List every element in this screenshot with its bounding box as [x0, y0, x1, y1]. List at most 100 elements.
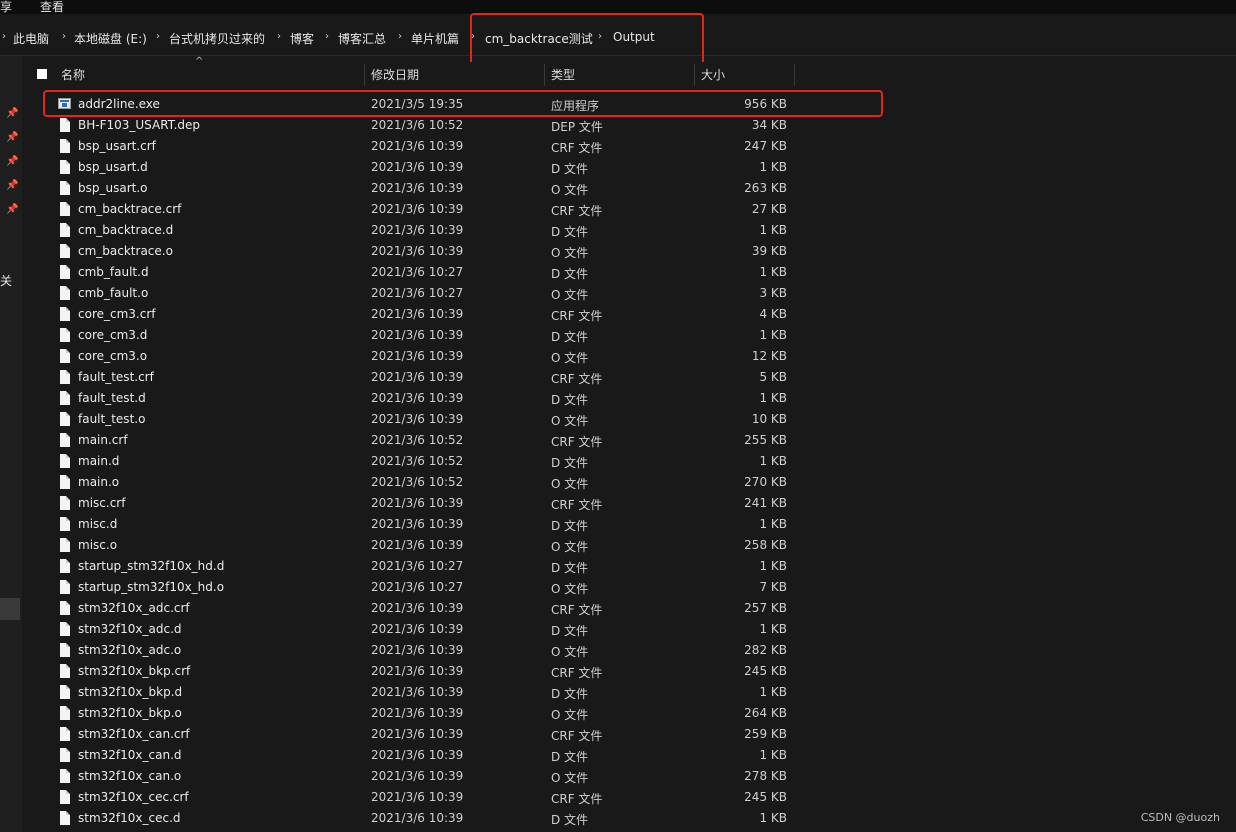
file-row[interactable]: core_cm3.crf 2021/3/6 10:39 CRF 文件 4 KB	[22, 304, 1236, 325]
file-date: 2021/3/6 10:39	[371, 391, 464, 405]
column-date[interactable]: 修改日期	[371, 62, 419, 88]
file-row[interactable]: stm32f10x_cec.d 2021/3/6 10:39 D 文件 1 KB	[22, 808, 1236, 829]
column-type[interactable]: 类型	[551, 62, 575, 88]
file-type: CRF 文件	[551, 729, 603, 743]
file-name: cmb_fault.o	[78, 286, 149, 300]
file-row[interactable]: stm32f10x_adc.o 2021/3/6 10:39 O 文件 282 KB	[22, 640, 1236, 661]
pin-icon[interactable]: 📌	[6, 132, 18, 143]
file-row[interactable]: fault_test.o 2021/3/6 10:39 O 文件 10 KB	[22, 409, 1236, 430]
file-type: CRF 文件	[551, 204, 603, 218]
file-type: D 文件	[551, 624, 589, 638]
file-type: O 文件	[551, 708, 589, 722]
breadcrumb-blog[interactable]: 博客	[290, 30, 314, 47]
file-row[interactable]: BH-F103_USART.dep 2021/3/6 10:52 DEP 文件 34 …	[22, 115, 1236, 136]
file-date: 2021/3/6 10:52	[371, 475, 464, 489]
file-row[interactable]: cm_backtrace.o 2021/3/6 10:39 O 文件 39 KB	[22, 241, 1236, 262]
file-row[interactable]: startup_stm32f10x_hd.d 2021/3/6 10:27 D 文件…	[22, 556, 1236, 577]
file-name: startup_stm32f10x_hd.d	[78, 559, 225, 573]
column-name[interactable]: 名称	[61, 62, 85, 88]
file-row[interactable]: stm32f10x_cec.crf 2021/3/6 10:39 CRF 文件 245…	[22, 787, 1236, 808]
file-icon	[60, 181, 70, 195]
ribbon-tab-share[interactable]: 享	[0, 0, 12, 15]
nav-item-label[interactable]: 关	[0, 272, 12, 289]
file-icon	[60, 454, 70, 468]
chevron-right-icon: ›	[398, 31, 402, 42]
file-type: D 文件	[551, 813, 589, 827]
file-icon	[60, 433, 70, 447]
ribbon-tab-view[interactable]: 查看	[40, 0, 64, 15]
file-row[interactable]: startup_stm32f10x_hd.o 2021/3/6 10:27 O 文件…	[22, 577, 1236, 598]
chevron-right-icon: ›	[156, 31, 160, 42]
file-row[interactable]: fault_test.crf 2021/3/6 10:39 CRF 文件 5 KB	[22, 367, 1236, 388]
file-row[interactable]: stm32f10x_adc.d 2021/3/6 10:39 D 文件 1 KB	[22, 619, 1236, 640]
file-name: core_cm3.o	[78, 349, 148, 363]
file-date: 2021/3/6 10:39	[371, 202, 464, 216]
file-row[interactable]: core_cm3.o 2021/3/6 10:39 O 文件 12 KB	[22, 346, 1236, 367]
select-all-checkbox[interactable]	[37, 69, 47, 79]
file-row[interactable]: main.o 2021/3/6 10:52 O 文件 270 KB	[22, 472, 1236, 493]
file-row[interactable]: stm32f10x_can.o 2021/3/6 10:39 O 文件 278 KB	[22, 766, 1236, 787]
breadcrumb-this-pc[interactable]: 此电脑	[13, 30, 49, 47]
file-icon	[60, 601, 70, 615]
breadcrumb-drive-e[interactable]: 本地磁盘 (E:)	[74, 30, 147, 47]
file-size: 4 KB	[759, 307, 787, 321]
file-row[interactable]: fault_test.d 2021/3/6 10:39 D 文件 1 KB	[22, 388, 1236, 409]
file-row[interactable]: cm_backtrace.crf 2021/3/6 10:39 CRF 文件 27 K…	[22, 199, 1236, 220]
column-divider[interactable]	[544, 64, 545, 86]
file-date: 2021/3/6 10:39	[371, 349, 464, 363]
file-size: 247 KB	[744, 139, 787, 153]
file-date: 2021/3/6 10:27	[371, 559, 464, 573]
file-name: cmb_fault.d	[78, 265, 149, 279]
breadcrumb-mcu[interactable]: 单片机篇	[411, 30, 459, 47]
file-row[interactable]: main.d 2021/3/6 10:52 D 文件 1 KB	[22, 451, 1236, 472]
column-divider[interactable]	[364, 64, 365, 86]
file-row[interactable]: misc.d 2021/3/6 10:39 D 文件 1 KB	[22, 514, 1236, 535]
pin-icon[interactable]: 📌	[6, 156, 18, 167]
file-row[interactable]: misc.crf 2021/3/6 10:39 CRF 文件 241 KB	[22, 493, 1236, 514]
file-row[interactable]: core_cm3.d 2021/3/6 10:39 D 文件 1 KB	[22, 325, 1236, 346]
pin-icon[interactable]: 📌	[6, 204, 18, 215]
file-row[interactable]: stm32f10x_bkp.d 2021/3/6 10:39 D 文件 1 KB	[22, 682, 1236, 703]
file-row[interactable]: bsp_usart.o 2021/3/6 10:39 O 文件 263 KB	[22, 178, 1236, 199]
file-row[interactable]: stm32f10x_can.crf 2021/3/6 10:39 CRF 文件 259…	[22, 724, 1236, 745]
file-icon	[60, 580, 70, 594]
file-name: bsp_usart.crf	[78, 139, 156, 153]
file-name: misc.o	[78, 538, 118, 552]
file-size: 282 KB	[744, 643, 787, 657]
pin-icon[interactable]: 📌	[6, 108, 18, 119]
file-row[interactable]: stm32f10x_adc.crf 2021/3/6 10:39 CRF 文件 257…	[22, 598, 1236, 619]
breadcrumb-desktop-copy[interactable]: 台式机拷贝过来的	[169, 30, 265, 47]
file-row[interactable]: cmb_fault.o 2021/3/6 10:27 O 文件 3 KB	[22, 283, 1236, 304]
file-type: O 文件	[551, 288, 589, 302]
file-size: 1 KB	[759, 160, 787, 174]
file-row[interactable]: cmb_fault.d 2021/3/6 10:27 D 文件 1 KB	[22, 262, 1236, 283]
file-date: 2021/3/6 10:52	[371, 454, 464, 468]
column-divider[interactable]	[794, 64, 795, 86]
file-icon	[60, 538, 70, 552]
pin-icon[interactable]: 📌	[6, 180, 18, 191]
column-size[interactable]: 大小	[701, 62, 725, 88]
file-name: cm_backtrace.o	[78, 244, 173, 258]
file-size: 245 KB	[744, 790, 787, 804]
file-row[interactable]: stm32f10x_bkp.o 2021/3/6 10:39 O 文件 264 KB	[22, 703, 1236, 724]
file-size: 241 KB	[744, 496, 787, 510]
file-row[interactable]: bsp_usart.crf 2021/3/6 10:39 CRF 文件 247 KB	[22, 136, 1236, 157]
file-size: 245 KB	[744, 664, 787, 678]
nav-selected-item[interactable]	[0, 598, 20, 620]
file-row[interactable]: misc.o 2021/3/6 10:39 O 文件 258 KB	[22, 535, 1236, 556]
file-row[interactable]: stm32f10x_bkp.crf 2021/3/6 10:39 CRF 文件 245…	[22, 661, 1236, 682]
file-icon	[60, 328, 70, 342]
file-row[interactable]: cm_backtrace.d 2021/3/6 10:39 D 文件 1 KB	[22, 220, 1236, 241]
file-row[interactable]: bsp_usart.d 2021/3/6 10:39 D 文件 1 KB	[22, 157, 1236, 178]
file-name: stm32f10x_cec.d	[78, 811, 181, 825]
breadcrumb-blog-summary[interactable]: 博客汇总	[338, 30, 386, 47]
navigation-pane: 📌 📌 📌 📌 📌 关	[0, 56, 22, 832]
file-type: D 文件	[551, 519, 589, 533]
file-name: cm_backtrace.d	[78, 223, 174, 237]
file-date: 2021/3/6 10:39	[371, 160, 464, 174]
column-divider[interactable]	[694, 64, 695, 86]
file-size: 1 KB	[759, 391, 787, 405]
file-icon	[60, 748, 70, 762]
file-row[interactable]: main.crf 2021/3/6 10:52 CRF 文件 255 KB	[22, 430, 1236, 451]
file-row[interactable]: stm32f10x_can.d 2021/3/6 10:39 D 文件 1 KB	[22, 745, 1236, 766]
